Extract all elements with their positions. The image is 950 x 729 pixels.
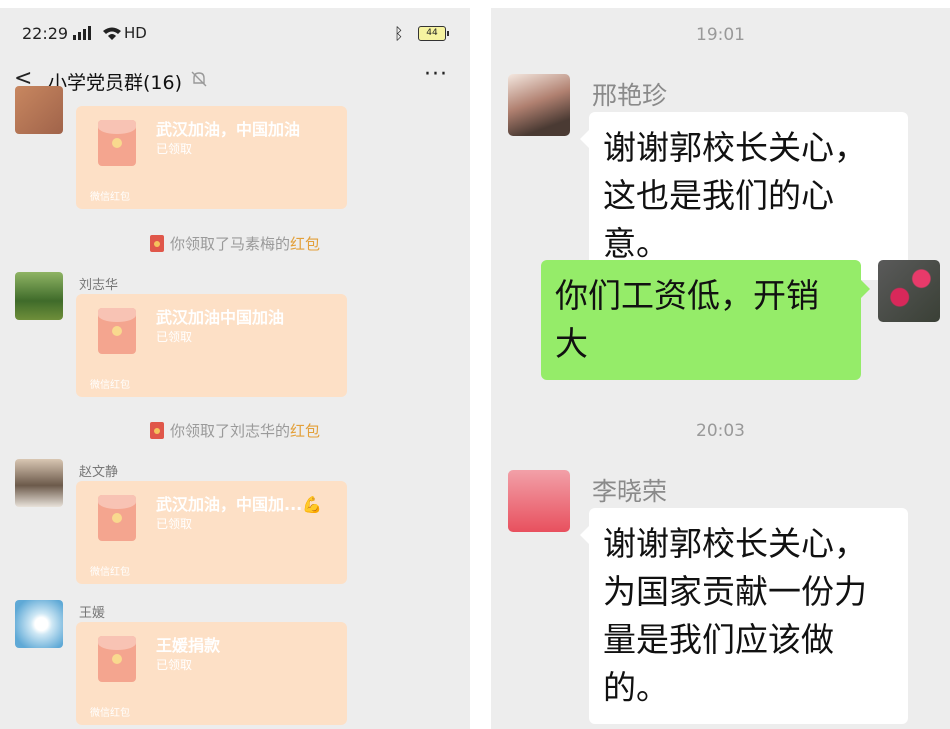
battery-indicator: 44 [418, 26, 449, 41]
more-options-button[interactable]: ··· [424, 62, 448, 87]
avatar[interactable] [15, 86, 63, 134]
message-line: 大 [555, 324, 588, 363]
notice-text: 你领取了马素梅的 [169, 235, 290, 253]
network-type: HD [124, 24, 147, 42]
message-bubble[interactable]: 谢谢郭校长关心， 这也是我们的心意。 [580, 112, 908, 280]
message-line: 为国家贡献一份力 [603, 572, 867, 611]
avatar[interactable] [15, 459, 63, 507]
chat-header: < 小学党员群(16) ··· [0, 58, 470, 103]
mute-bell-icon [191, 71, 207, 87]
red-packet-label: 微信红包 [90, 567, 130, 578]
red-packet-message[interactable]: 武汉加油，中国加油 已领取 微信红包 [76, 106, 347, 209]
sender-name: 刘志华 [79, 278, 119, 293]
status-time: 22:29 [22, 24, 69, 43]
group-chat-screen: 22:29 HD ᛒ 44 < 小学党员群(16) ··· 武汉加油，中国加油 … [0, 8, 470, 729]
timestamp: 19:01 [696, 25, 745, 45]
red-packet-title: 武汉加油中国加油 [156, 308, 285, 327]
red-packet-icon [98, 308, 136, 354]
red-packet-link[interactable]: 红包 [290, 235, 320, 253]
red-packet-label: 微信红包 [90, 192, 130, 203]
avatar[interactable] [508, 74, 570, 136]
red-packet-label: 微信红包 [90, 708, 130, 719]
red-packet-icon [98, 495, 136, 541]
avatar[interactable] [508, 470, 570, 532]
message-bubble[interactable]: 谢谢郭校长关心， 为国家贡献一份力 量是我们应该做的。 [580, 508, 908, 724]
red-packet-icon [98, 120, 136, 166]
own-message-bubble[interactable]: 你们工资低，开销 大 [541, 260, 870, 380]
bluetooth-icon: ᛒ [394, 24, 404, 43]
red-packet-status: 已领取 [156, 658, 193, 672]
group-title: 小学党员群(16) [48, 72, 183, 94]
red-packet-small-icon [149, 235, 164, 252]
avatar[interactable] [15, 600, 63, 648]
red-packet-label: 微信红包 [90, 380, 130, 391]
red-packet-title: 王媛捐款 [156, 636, 221, 655]
red-packet-small-icon [149, 422, 164, 439]
red-packet-link[interactable]: 红包 [290, 422, 320, 440]
system-notice: 你领取了马素梅的红包 [0, 233, 470, 254]
chat-screen-zoomed: 19:01 邢艳珍 谢谢郭校长关心， 这也是我们的心意。 你们工资低，开销 大 … [491, 8, 950, 729]
signal-icon [73, 26, 91, 40]
red-packet-title: 武汉加油，中国加...💪 [156, 495, 323, 514]
own-avatar[interactable] [878, 260, 940, 322]
sender-name: 赵文静 [79, 465, 119, 480]
red-packet-status: 已领取 [156, 142, 193, 156]
message-list: 武汉加油，中国加油 已领取 微信红包 你领取了马素梅的红包 刘志华 武汉加油中国… [0, 86, 470, 729]
sender-name: 李晓荣 [592, 477, 668, 506]
red-packet-message[interactable]: 武汉加油，中国加...💪 已领取 微信红包 [76, 481, 347, 584]
sender-name: 邢艳珍 [592, 81, 668, 110]
sender-name: 王媛 [79, 606, 106, 621]
message-line: 这也是我们的心意。 [603, 176, 834, 263]
timestamp: 20:03 [696, 421, 745, 441]
red-packet-status: 已领取 [156, 330, 193, 344]
red-packet-status: 已领取 [156, 517, 193, 531]
red-packet-message[interactable]: 王媛捐款 已领取 微信红包 [76, 622, 347, 725]
message-line: 谢谢郭校长关心， [603, 524, 867, 563]
wifi-icon [103, 27, 121, 40]
message-line: 谢谢郭校长关心， [603, 128, 867, 167]
message-line: 你们工资低，开销 [555, 276, 819, 315]
red-packet-title: 武汉加油，中国加油 [156, 120, 301, 139]
status-bar: 22:29 HD ᛒ 44 [0, 8, 470, 58]
system-notice: 你领取了刘志华的红包 [0, 420, 470, 441]
message-line: 量是我们应该做的。 [603, 620, 834, 707]
avatar[interactable] [15, 272, 63, 320]
notice-text: 你领取了刘志华的 [169, 422, 290, 440]
red-packet-icon [98, 636, 136, 682]
red-packet-message[interactable]: 武汉加油中国加油 已领取 微信红包 [76, 294, 347, 397]
